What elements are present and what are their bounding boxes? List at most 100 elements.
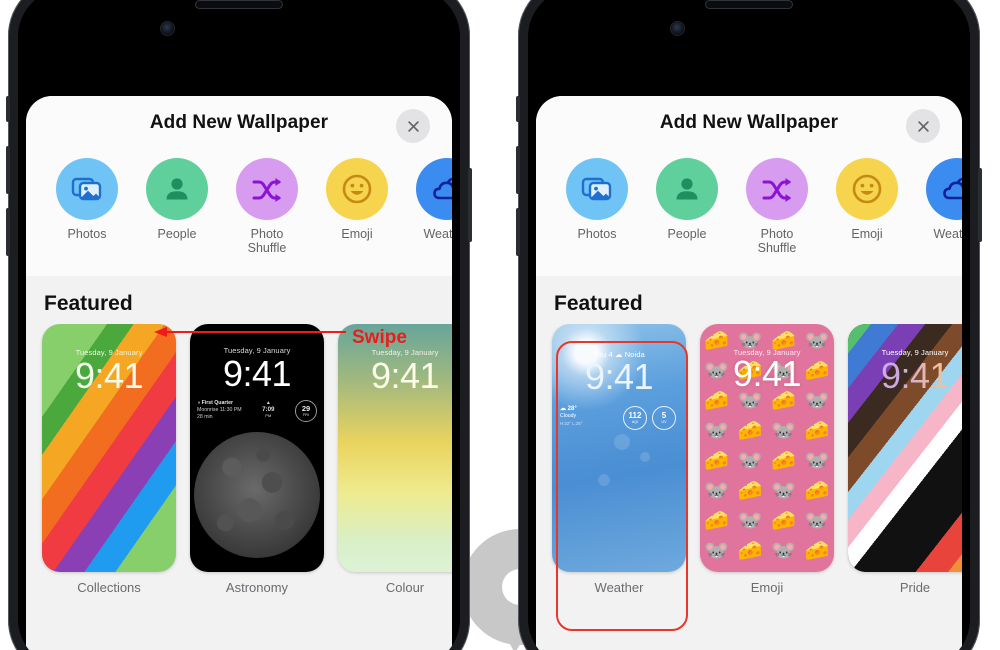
card-label: Colour xyxy=(385,580,425,595)
moon-phase-widget: ◑ First Quarter Moonrise 11:30 PM 28 min xyxy=(197,400,242,420)
wallpaper-card-colour[interactable]: Tuesday, 9 January 9:41 Colour xyxy=(338,324,452,595)
wallpaper-card-astronomy[interactable]: Tuesday, 9 January 9:41 ◑ First Quarter … xyxy=(190,324,324,595)
emoji-glyph: 🐭 xyxy=(771,420,797,442)
emoji-glyph: 🐭 xyxy=(704,420,730,442)
wallpaper-card-weather[interactable]: Thu 4 ☁ Noida 9:41 ☁ 28° Cloudy H:32° L:… xyxy=(552,324,686,595)
category-emoji[interactable]: Emoji xyxy=(312,158,402,276)
category-label: Emoji xyxy=(341,227,373,241)
close-icon xyxy=(407,120,419,132)
category-people[interactable]: People xyxy=(642,158,732,276)
featured-card-list-right[interactable]: Thu 4 ☁ Noida 9:41 ☁ 28° Cloudy H:32° L:… xyxy=(536,324,962,595)
emoji-glyph: 🐭 xyxy=(771,480,797,502)
category-row-left: Photos People Photo Shuffle Emoji Weat xyxy=(26,158,452,276)
emoji-glyph: 🧀 xyxy=(737,540,763,562)
volume-down-button[interactable] xyxy=(6,208,10,256)
page-title: Add New Wallpaper xyxy=(659,112,839,133)
wallpaper-preview[interactable]: Tuesday, 9 January 9:41 xyxy=(42,324,176,572)
emoji-glyph: 🧀 xyxy=(737,420,763,442)
volume-up-button[interactable] xyxy=(6,146,10,194)
moon-icon: ◑ xyxy=(197,400,201,406)
emoji-glyph: 🐭 xyxy=(804,450,830,472)
category-photos[interactable]: Photos xyxy=(42,158,132,276)
close-button[interactable] xyxy=(906,109,940,143)
wallpaper-card-collections[interactable]: Tuesday, 9 January 9:41 Collections xyxy=(42,324,176,595)
weather-cloud-icon xyxy=(943,177,962,200)
weather-widgets: ☁ 28° Cloudy H:32° L:25° 112 AQI 5 UV xyxy=(560,406,676,430)
category-label: People xyxy=(157,227,197,241)
category-label: Photos xyxy=(67,227,107,241)
card-label: Emoji xyxy=(750,580,784,595)
power-button[interactable] xyxy=(978,168,982,242)
emoji-glyph: 🐭 xyxy=(704,480,730,502)
uv-index-widget: 5 UV xyxy=(652,406,676,430)
category-label: People xyxy=(667,227,707,241)
emoji-glyph: 🧀 xyxy=(704,450,730,472)
category-photo-shuffle[interactable]: Photo Shuffle xyxy=(732,158,822,276)
volume-up-button[interactable] xyxy=(516,146,520,194)
wallpaper-preview[interactable]: 🧀 🐭 🧀 🐭 🐭 🧀 🐭 🧀 🧀 🐭 🧀 🐭 🐭 🧀 🐭 🧀 🧀 🐭 🧀 🐭 🐭 🧀 🐭 🧀 🧀 🐭 🧀 🐭 🐭 🧀 🐭 🧀 xyxy=(700,324,834,572)
emoji-glyph: 🐭 xyxy=(737,510,763,532)
calendar-widget: 29 FRI xyxy=(295,400,317,422)
wallpaper-preview[interactable]: Tuesday, 9 January 9:41 ◑ First Quarter … xyxy=(190,324,324,572)
photos-icon xyxy=(581,177,612,201)
swipe-arrow-icon xyxy=(154,327,346,337)
sunset-widget: ▲ 7:09 PM xyxy=(262,400,275,418)
category-emoji[interactable]: Emoji xyxy=(822,158,912,276)
category-photos[interactable]: Photos xyxy=(552,158,642,276)
smiley-icon xyxy=(852,174,882,204)
wallpaper-preview[interactable]: Tuesday, 9 January 9:41 xyxy=(848,324,962,572)
category-photo-shuffle[interactable]: Photo Shuffle xyxy=(222,158,312,276)
mute-switch[interactable] xyxy=(6,96,10,122)
swipe-annotation-label: Swipe xyxy=(352,327,407,348)
bokeh-dot xyxy=(640,452,650,462)
astronomy-widgets: ◑ First Quarter Moonrise 11:30 PM 28 min… xyxy=(197,400,317,422)
emoji-glyph: 🧀 xyxy=(771,510,797,532)
featured-card-list-left[interactable]: Tuesday, 9 January 9:41 Collections Tues… xyxy=(26,324,452,595)
card-label: Weather xyxy=(594,580,644,595)
lock-time: 9:41 xyxy=(74,355,144,396)
sheet-header-right: Add New Wallpaper xyxy=(536,96,962,158)
category-weather[interactable]: Weather xyxy=(402,158,452,276)
wallpaper-preview[interactable]: Thu 4 ☁ Noida 9:41 ☁ 28° Cloudy H:32° L:… xyxy=(552,324,686,572)
add-wallpaper-sheet-left: Add New Wallpaper Photos People Photo Sh… xyxy=(26,96,452,650)
moon-image xyxy=(194,432,320,558)
emoji-glyph: 🧀 xyxy=(804,480,830,502)
featured-section-right: Featured Thu 4 ☁ Noida 9:41 ☁ 28° Cloudy… xyxy=(536,276,962,595)
category-label: Photo Shuffle xyxy=(757,227,797,255)
bokeh-dot xyxy=(614,434,630,450)
emoji-glyph: 🧀 xyxy=(704,510,730,532)
mute-switch[interactable] xyxy=(516,96,520,122)
category-row-right: Photos People Photo Shuffle Emoji Weat xyxy=(536,158,962,276)
emoji-glyph: 🐭 xyxy=(704,540,730,562)
emoji-glyph: 🧀 xyxy=(771,450,797,472)
category-label: Emoji xyxy=(851,227,883,241)
screenshot-stage: Add New Wallpaper Photos People Photo Sh… xyxy=(0,0,1000,650)
close-icon xyxy=(917,120,929,132)
wallpaper-card-pride[interactable]: Tuesday, 9 January 9:41 Pride xyxy=(848,324,962,595)
lock-time: 9:41 xyxy=(584,356,654,397)
category-label: Weather xyxy=(933,227,962,241)
temperature-widget: ☁ 28° Cloudy H:32° L:25° xyxy=(560,406,583,427)
wallpaper-card-emoji[interactable]: 🧀 🐭 🧀 🐭 🐭 🧀 🐭 🧀 🧀 🐭 🧀 🐭 🐭 🧀 🐭 🧀 🧀 🐭 🧀 🐭 🐭 🧀 🐭 🧀 🧀 🐭 🧀 🐭 🐭 🧀 🐭 🧀 xyxy=(700,324,834,595)
emoji-glyph: 🧀 xyxy=(804,540,830,562)
shuffle-icon xyxy=(762,178,791,202)
category-label: Photo Shuffle xyxy=(247,227,287,255)
photos-icon xyxy=(71,177,102,201)
volume-down-button[interactable] xyxy=(516,208,520,256)
weather-cloud-icon xyxy=(433,177,452,200)
lock-time: 9:41 xyxy=(370,355,440,396)
category-weather[interactable]: Weather xyxy=(912,158,962,276)
power-button[interactable] xyxy=(468,168,472,242)
shuffle-icon xyxy=(252,178,281,202)
card-label: Pride xyxy=(899,580,931,595)
wallpaper-preview[interactable]: Tuesday, 9 January 9:41 xyxy=(338,324,452,572)
close-button[interactable] xyxy=(396,109,430,143)
category-label: Weather xyxy=(423,227,452,241)
aqi-widget: 112 AQI xyxy=(623,406,647,430)
page-title: Add New Wallpaper xyxy=(149,112,329,133)
smiley-icon xyxy=(342,174,372,204)
featured-heading: Featured xyxy=(554,292,643,315)
category-people[interactable]: People xyxy=(132,158,222,276)
sheet-header-left: Add New Wallpaper xyxy=(26,96,452,158)
phone-right: Add New Wallpaper Photos People Photo Sh… xyxy=(516,0,982,650)
